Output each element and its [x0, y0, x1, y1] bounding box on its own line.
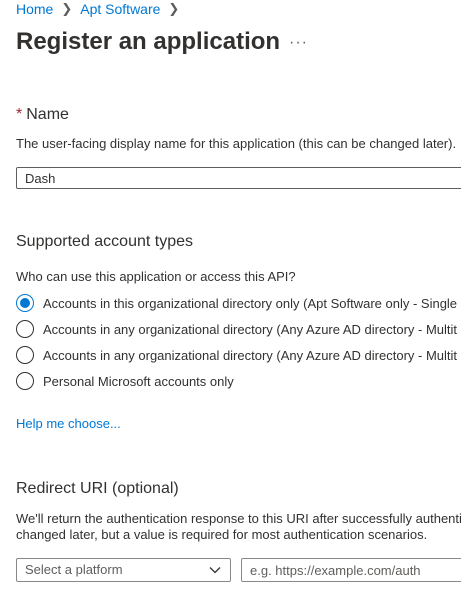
more-options-button[interactable]: ··· [289, 34, 308, 52]
account-types-question: Who can use this application or access t… [16, 269, 296, 284]
option-label: Personal Microsoft accounts only [43, 373, 234, 389]
name-input[interactable] [16, 167, 461, 189]
page-title: Register an application [16, 28, 281, 55]
name-label: * Name [16, 106, 69, 124]
radio-unchecked-icon[interactable] [16, 346, 34, 364]
redirect-uri-heading: Redirect URI (optional) [16, 480, 179, 497]
option-label: Accounts in any organizational directory… [43, 321, 458, 337]
name-description: The user-facing display name for this ap… [16, 136, 457, 151]
option-label: Accounts in any organizational directory… [43, 347, 458, 363]
radio-unchecked-icon[interactable] [16, 372, 34, 390]
chevron-right-icon: ❯ [61, 1, 73, 16]
option-label: Accounts in this organizational director… [43, 295, 458, 311]
platform-select[interactable]: Select a platform [16, 558, 231, 582]
radio-checked-icon[interactable] [16, 294, 34, 312]
account-type-option-multi-tenant-personal[interactable]: Accounts in any organizational directory… [16, 346, 457, 364]
account-type-option-multi-tenant[interactable]: Accounts in any organizational directory… [16, 320, 457, 338]
name-label-text: Name [26, 106, 69, 123]
breadcrumb-apt-software-link[interactable]: Apt Software [80, 1, 160, 17]
redirect-uri-input[interactable] [241, 558, 461, 582]
chevron-down-icon [209, 567, 221, 574]
account-types-heading: Supported account types [16, 233, 194, 250]
required-marker: * [16, 106, 23, 123]
help-me-choose-link[interactable]: Help me choose... [16, 416, 121, 431]
platform-select-placeholder: Select a platform [25, 562, 123, 577]
account-type-option-personal[interactable]: Personal Microsoft accounts only [16, 372, 234, 390]
breadcrumb: Home ❯ Apt Software ❯ [16, 1, 187, 17]
radio-unchecked-icon[interactable] [16, 320, 34, 338]
account-type-option-single-tenant[interactable]: Accounts in this organizational director… [16, 294, 457, 312]
redirect-description-line-2: changed later, but a value is required f… [16, 527, 428, 542]
redirect-description-line-1: We'll return the authentication response… [16, 511, 461, 526]
chevron-right-icon: ❯ [168, 1, 180, 16]
breadcrumb-home-link[interactable]: Home [16, 1, 53, 17]
